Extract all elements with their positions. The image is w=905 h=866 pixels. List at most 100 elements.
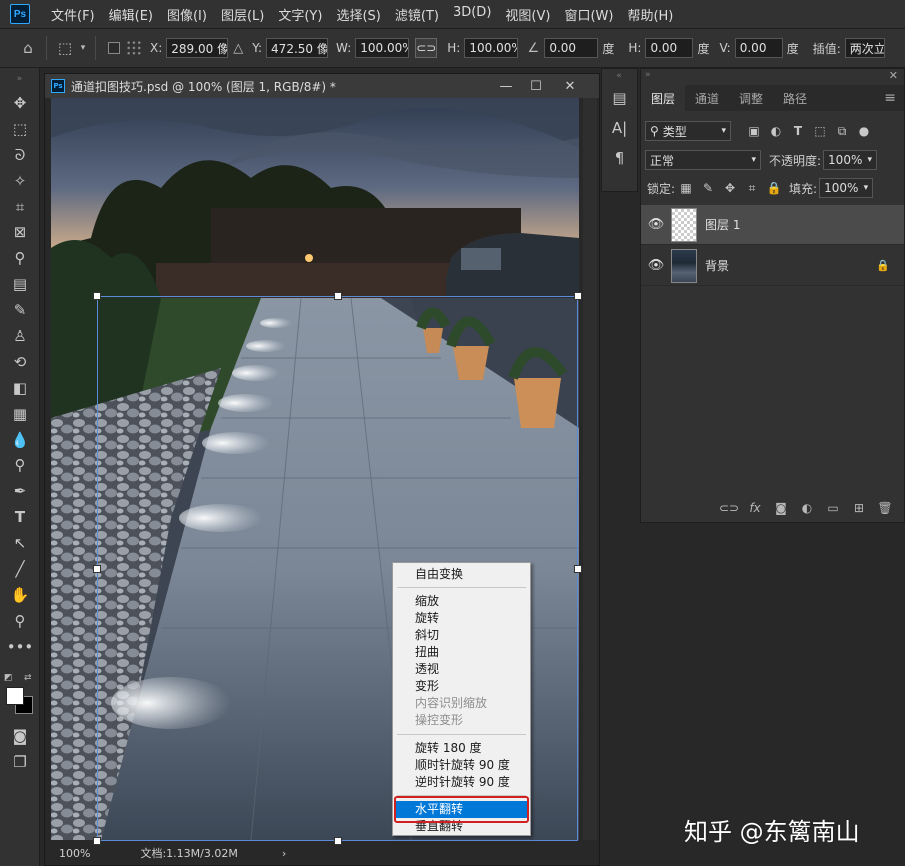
menu-filter[interactable]: 滤镜(T) — [388, 5, 446, 24]
hand-tool-icon[interactable]: ✋ — [0, 582, 40, 608]
maximize-icon[interactable]: ☐ — [521, 74, 551, 98]
y-position-field[interactable]: 472.50 像素 — [266, 38, 329, 58]
marquee-tool-icon[interactable]: ⬚ — [0, 116, 40, 142]
tab-layers[interactable]: 图层 — [641, 85, 686, 111]
filter-toggle-icon[interactable]: ● — [853, 121, 875, 141]
transform-tool-icon[interactable]: ⬚ — [53, 36, 77, 60]
transform-handle-left[interactable] — [93, 565, 101, 573]
frame-tool-icon[interactable]: ⊠ — [0, 219, 40, 245]
vertical-skew-field[interactable]: 0.00 — [734, 38, 783, 58]
zoom-tool-icon[interactable]: ⚲ — [0, 608, 40, 634]
quick-mask-icon[interactable]: ◙ — [0, 723, 40, 749]
zoom-level[interactable]: 100% — [59, 847, 90, 860]
transform-handle-top[interactable] — [334, 292, 342, 300]
trash-icon[interactable]: 🗑 — [872, 498, 898, 518]
link-icon[interactable]: ⊂⊃ — [415, 38, 438, 58]
path-selection-tool-icon[interactable]: ↖ — [0, 530, 40, 556]
filter-pixel-icon[interactable]: ▣ — [743, 121, 765, 141]
add-mask-icon[interactable]: ◙ — [768, 498, 794, 518]
eye-icon[interactable]: 👁 — [641, 246, 671, 286]
triangle-delta-icon[interactable]: △ — [228, 36, 248, 60]
menu-item-rotate-90-cw[interactable]: 顺时针旋转 90 度 — [394, 757, 529, 774]
paragraph-panel-icon[interactable]: ¶ — [602, 143, 637, 173]
menu-item-skew[interactable]: 斜切 — [394, 627, 529, 644]
lock-position-icon[interactable]: ✥ — [719, 178, 741, 198]
menu-item-rotate[interactable]: 旋转 — [394, 610, 529, 627]
x-position-field[interactable]: 289.00 像素 — [166, 38, 229, 58]
width-field[interactable]: 100.00% — [355, 38, 410, 58]
type-tool-icon[interactable]: T — [0, 504, 40, 530]
magic-wand-tool-icon[interactable]: ✧ — [0, 168, 40, 194]
vertical-scrollbar[interactable] — [583, 98, 597, 840]
brush-tool-icon[interactable]: ✎ — [0, 297, 40, 323]
gradient-tool-icon[interactable]: ▦ — [0, 401, 40, 427]
reference-point-checkbox[interactable] — [108, 42, 120, 54]
panel-grip-icon[interactable]: « — [602, 69, 637, 83]
lock-transparent-icon[interactable]: ▦ — [675, 178, 697, 198]
filter-kind-select[interactable]: ⚲ 类型 ▾ — [645, 121, 731, 141]
menu-item-distort[interactable]: 扭曲 — [394, 644, 529, 661]
lasso-tool-icon[interactable]: ᘐ — [0, 142, 40, 168]
swap-colors-icon[interactable]: ⇄ — [24, 673, 32, 683]
layer-name[interactable]: 图层 1 — [705, 216, 740, 233]
menu-window[interactable]: 窗口(W) — [557, 5, 620, 24]
menu-edit[interactable]: 编辑(E) — [102, 5, 160, 24]
chevron-down-icon[interactable]: ▾ — [77, 36, 89, 60]
more-tools-icon[interactable]: ••• — [0, 634, 40, 660]
tab-channels[interactable]: 通道 — [685, 85, 729, 111]
link-layers-icon[interactable]: ⊂⊃ — [716, 498, 742, 518]
eraser-tool-icon[interactable]: ◧ — [0, 375, 40, 401]
menu-file[interactable]: 文件(F) — [44, 5, 102, 24]
menu-item-rotate-180[interactable]: 旋转 180 度 — [394, 740, 529, 757]
reference-point-grid-icon[interactable] — [126, 40, 142, 56]
fill-field[interactable]: 100% ▾ — [819, 178, 874, 198]
panel-grip-icon[interactable]: » — [0, 68, 40, 90]
tab-paths[interactable]: 路径 — [773, 85, 817, 111]
close-icon[interactable]: ✕ — [555, 74, 585, 98]
document-tab[interactable]: Ps 通道扣图技巧.psd @ 100% (图层 1, RGB/8#) * — … — [45, 74, 599, 98]
menu-help[interactable]: 帮助(H) — [620, 5, 680, 24]
dodge-tool-icon[interactable]: ⚲ — [0, 452, 40, 478]
menu-3d[interactable]: 3D(D) — [446, 5, 498, 24]
clone-stamp-tool-icon[interactable]: ♙ — [0, 323, 40, 349]
eye-icon[interactable]: 👁 — [641, 205, 671, 245]
line-tool-icon[interactable]: ╱ — [0, 556, 40, 582]
adjustment-layer-icon[interactable]: ◐ — [794, 498, 820, 518]
filter-shape-icon[interactable]: ⬚ — [809, 121, 831, 141]
default-colors-icon[interactable]: ◩ — [4, 673, 13, 683]
filter-type-icon[interactable]: T — [787, 121, 809, 141]
menu-item-warp[interactable]: 变形 — [394, 678, 529, 695]
minimize-icon[interactable]: — — [491, 74, 521, 98]
tab-adjustments[interactable]: 调整 — [729, 85, 773, 111]
lock-artboard-icon[interactable]: ⌗ — [741, 178, 763, 198]
transform-handle-right[interactable] — [574, 565, 582, 573]
move-tool-icon[interactable]: ✥ — [0, 90, 40, 116]
pen-tool-icon[interactable]: ✒ — [0, 478, 40, 504]
new-layer-icon[interactable]: ⊞ — [846, 498, 872, 518]
history-panel-icon[interactable]: ▤ — [602, 83, 637, 113]
lock-all-icon[interactable]: 🔒 — [763, 178, 785, 198]
menu-layer[interactable]: 图层(L) — [214, 5, 271, 24]
menu-image[interactable]: 图像(I) — [160, 5, 214, 24]
menu-item-free-transform[interactable]: 自由变换 — [394, 566, 529, 583]
lock-icon[interactable]: 🔒 — [876, 259, 890, 272]
filter-smart-object-icon[interactable]: ⧉ — [831, 121, 853, 141]
panel-menu-icon[interactable]: ≡ — [876, 85, 904, 111]
chevron-right-icon[interactable]: › — [282, 847, 286, 860]
menu-select[interactable]: 选择(S) — [329, 5, 387, 24]
panel-grip-icon[interactable]: » — [645, 70, 651, 80]
layer-name[interactable]: 背景 — [705, 257, 729, 274]
foreground-color-swatch[interactable] — [6, 687, 24, 705]
home-icon[interactable]: ⌂ — [16, 36, 40, 60]
transform-handle-bottom-left[interactable] — [93, 837, 101, 845]
crop-tool-icon[interactable]: ⌗ — [0, 194, 40, 220]
menu-view[interactable]: 视图(V) — [498, 5, 557, 24]
transform-handle-top-right[interactable] — [574, 292, 582, 300]
blend-mode-select[interactable]: 正常 ▾ — [645, 150, 761, 170]
character-panel-icon[interactable]: A| — [602, 113, 637, 143]
interpolation-select[interactable]: 两次立方 — [844, 38, 885, 58]
menu-item-rotate-90-ccw[interactable]: 逆时针旋转 90 度 — [394, 774, 529, 791]
lock-pixels-icon[interactable]: ✎ — [697, 178, 719, 198]
transform-handle-top-left[interactable] — [93, 292, 101, 300]
menu-item-perspective[interactable]: 透视 — [394, 661, 529, 678]
